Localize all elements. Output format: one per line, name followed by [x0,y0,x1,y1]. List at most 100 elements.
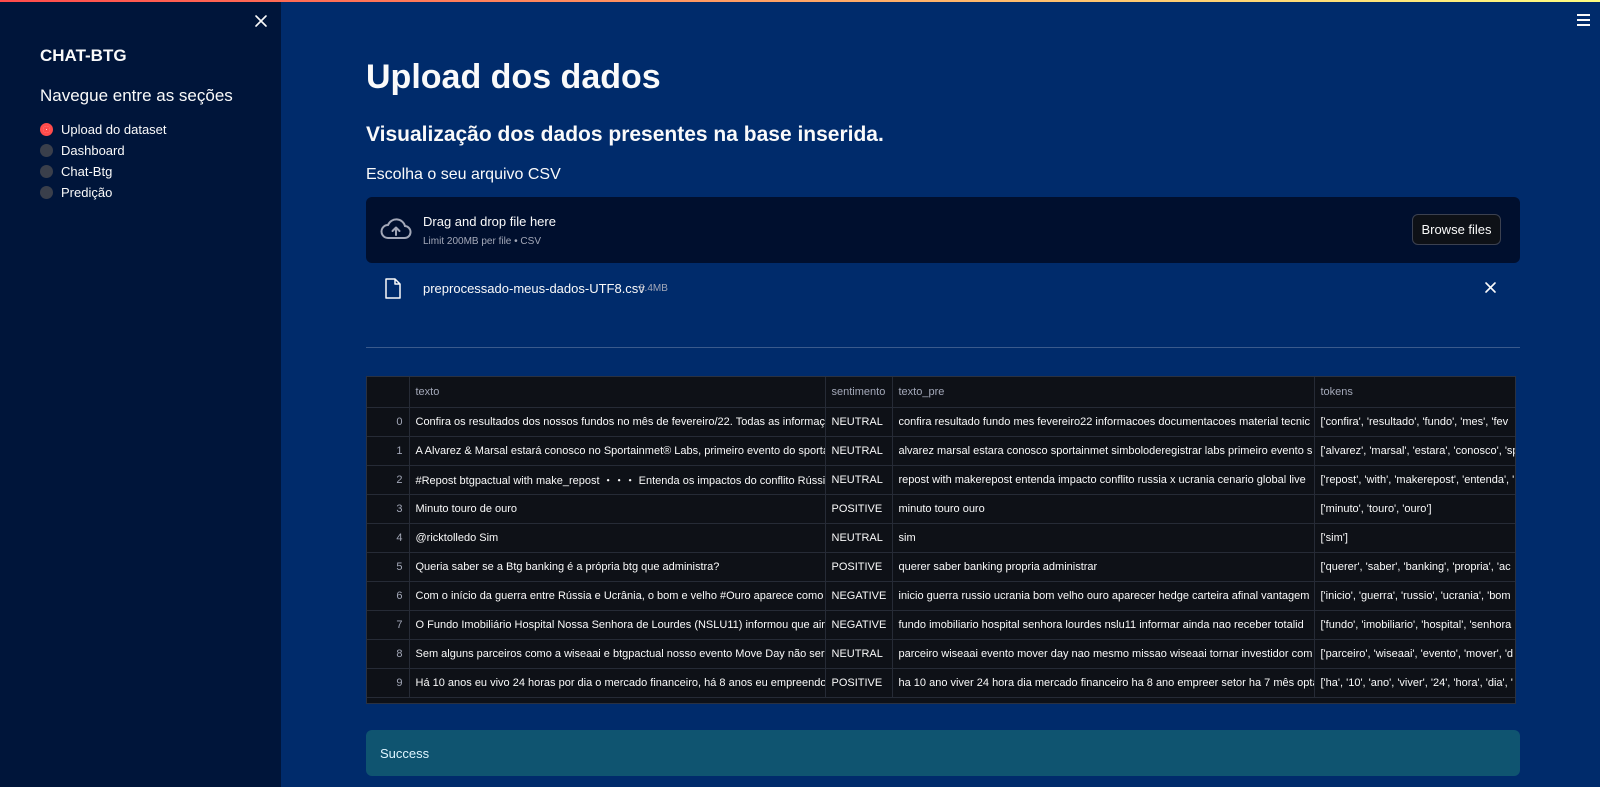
cell-texto-pre[interactable]: ha 10 ano viver 24 hora dia mercado fina… [892,668,1315,698]
remove-file-icon[interactable] [1483,280,1498,295]
row-index: 1 [367,436,410,466]
dropzone-instruction: Drag and drop file here [423,214,556,229]
cell-texto-pre[interactable]: alvarez marsal estara conosco sportainme… [892,436,1315,466]
row-index: 4 [367,523,410,553]
row-index: 6 [367,581,410,611]
radio-selected-icon [40,123,53,136]
radio-label: Chat-Btg [61,164,113,179]
top-decoration-bar [0,0,1600,2]
file-name: preprocessado-meus-dados-UTF8.csv [423,281,645,296]
row-index: 3 [367,494,410,524]
cell-texto-pre[interactable]: fundo imobiliario hospital senhora lourd… [892,610,1315,640]
cell-sentimento[interactable]: POSITIVE [825,552,893,582]
cell-texto[interactable]: @ricktolledo Sim [409,523,826,553]
cell-sentimento[interactable]: NEUTRAL [825,407,893,437]
browse-files-button[interactable]: Browse files [1412,214,1501,245]
row-index: 5 [367,552,410,582]
cell-texto[interactable]: Minuto touro de ouro [409,494,826,524]
cell-texto[interactable]: Queria saber se a Btg banking é a própri… [409,552,826,582]
cell-tokens[interactable]: ['inicio', 'guerra', 'russio', 'ucrania'… [1314,581,1515,611]
table-row: 9 Há 10 anos eu vivo 24 horas por dia o … [367,668,1515,698]
data-table: texto sentimento texto_pre tokens 0 Conf… [367,377,1515,698]
cell-tokens[interactable]: ['minuto', 'touro', 'ouro'] [1314,494,1515,524]
column-header-sentimento[interactable]: sentimento [825,377,893,408]
radio-predicao[interactable]: Predição [40,182,167,203]
table-row: 4 @ricktolledo Sim NEUTRAL sim ['sim'] [367,523,1515,553]
table-row: 1 A Alvarez & Marsal estará conosco no S… [367,436,1515,466]
cell-texto-pre[interactable]: minuto touro ouro [892,494,1315,524]
section-radio-group: Upload do dataset Dashboard Chat-Btg Pre… [40,119,167,203]
table-header-row: texto sentimento texto_pre tokens [367,377,1515,408]
table-row: 5 Queria saber se a Btg banking é a próp… [367,552,1515,582]
cell-texto[interactable]: Confira os resultados dos nossos fundos … [409,407,826,437]
dataframe[interactable]: texto sentimento texto_pre tokens 0 Conf… [366,376,1516,704]
cell-tokens[interactable]: ['ha', '10', 'ano', 'viver', '24', 'hora… [1314,668,1515,698]
cell-texto[interactable]: O Fundo Imobiliário Hospital Nossa Senho… [409,610,826,640]
column-header-tokens[interactable]: tokens [1314,377,1515,408]
radio-label: Dashboard [61,143,125,158]
cell-texto-pre[interactable]: parceiro wiseaai evento mover day nao me… [892,639,1315,669]
radio-unselected-icon [40,144,53,157]
row-index: 7 [367,610,410,640]
cell-tokens[interactable]: ['parceiro', 'wiseaai', 'evento', 'mover… [1314,639,1515,669]
cell-texto[interactable]: Sem alguns parceiros como a wiseaai e bt… [409,639,826,669]
page-subtitle: Visualização dos dados presentes na base… [366,123,884,146]
column-header-texto-pre[interactable]: texto_pre [892,377,1315,408]
cell-sentimento[interactable]: NEUTRAL [825,436,893,466]
radio-unselected-icon [40,186,53,199]
table-row: 8 Sem alguns parceiros como a wiseaai e … [367,639,1515,669]
cell-texto[interactable]: A Alvarez & Marsal estará conosco no Spo… [409,436,826,466]
cell-tokens[interactable]: ['confira', 'resultado', 'fundo', 'mes',… [1314,407,1515,437]
row-index: 8 [367,639,410,669]
sidebar: CHAT-BTG Navegue entre as seções Upload … [0,0,281,787]
file-dropzone[interactable]: Drag and drop file here Limit 200MB per … [366,197,1520,263]
cell-sentimento[interactable]: POSITIVE [825,494,893,524]
table-row: 7 O Fundo Imobiliário Hospital Nossa Sen… [367,610,1515,640]
table-row: 6 Com o início da guerra entre Rússia e … [367,581,1515,611]
cell-texto-pre[interactable]: confira resultado fundo mes fevereiro22 … [892,407,1315,437]
table-row: 3 Minuto touro de ouro POSITIVE minuto t… [367,494,1515,524]
cell-tokens[interactable]: ['fundo', 'imobiliario', 'hospital', 'se… [1314,610,1515,640]
cloud-upload-icon [380,218,412,239]
cell-sentimento[interactable]: NEUTRAL [825,465,893,495]
cell-texto-pre[interactable]: sim [892,523,1315,553]
radio-dashboard[interactable]: Dashboard [40,140,167,161]
cell-tokens[interactable]: ['repost', 'with', 'makerepost', 'entend… [1314,465,1515,495]
menu-icon[interactable] [1577,14,1590,26]
table-row: 2 #Repost btgpactual with make_repost ・・… [367,465,1515,495]
cell-texto[interactable]: #Repost btgpactual with make_repost ・・・ … [409,465,826,495]
cell-texto[interactable]: Há 10 anos eu vivo 24 horas por dia o me… [409,668,826,698]
success-message: Success [380,746,430,761]
nav-heading: Navegue entre as seções [40,86,233,105]
close-icon[interactable] [253,13,269,29]
table-row: 0 Confira os resultados dos nossos fundo… [367,407,1515,437]
file-size: 8.4MB [639,283,668,294]
uploaded-file: preprocessado-meus-dados-UTF8.csv 8.4MB [366,276,1520,302]
column-header-index[interactable] [367,377,410,408]
radio-label: Upload do dataset [61,122,167,137]
cell-sentimento[interactable]: NEGATIVE [825,610,893,640]
cell-tokens[interactable]: ['sim'] [1314,523,1515,553]
upload-label: Escolha o seu arquivo CSV [366,166,561,183]
row-index: 0 [367,407,410,437]
radio-chat-btg[interactable]: Chat-Btg [40,161,167,182]
sidebar-title: CHAT-BTG [40,46,127,65]
row-index: 2 [367,465,410,495]
divider [366,347,1520,348]
cell-texto-pre[interactable]: repost with makerepost entenda impacto c… [892,465,1315,495]
cell-texto-pre[interactable]: querer saber banking propria administrar [892,552,1315,582]
radio-label: Predição [61,185,113,200]
cell-sentimento[interactable]: NEUTRAL [825,639,893,669]
column-header-texto[interactable]: texto [409,377,826,408]
file-icon [385,278,401,299]
cell-texto[interactable]: Com o início da guerra entre Rússia e Uc… [409,581,826,611]
radio-unselected-icon [40,165,53,178]
cell-sentimento[interactable]: NEGATIVE [825,581,893,611]
cell-sentimento[interactable]: NEUTRAL [825,523,893,553]
cell-texto-pre[interactable]: inicio guerra russio ucrania bom velho o… [892,581,1315,611]
radio-upload-dataset[interactable]: Upload do dataset [40,119,167,140]
cell-sentimento[interactable]: POSITIVE [825,668,893,698]
success-alert: Success [366,730,1520,776]
cell-tokens[interactable]: ['alvarez', 'marsal', 'estara', 'conosco… [1314,436,1515,466]
cell-tokens[interactable]: ['querer', 'saber', 'banking', 'propria'… [1314,552,1515,582]
